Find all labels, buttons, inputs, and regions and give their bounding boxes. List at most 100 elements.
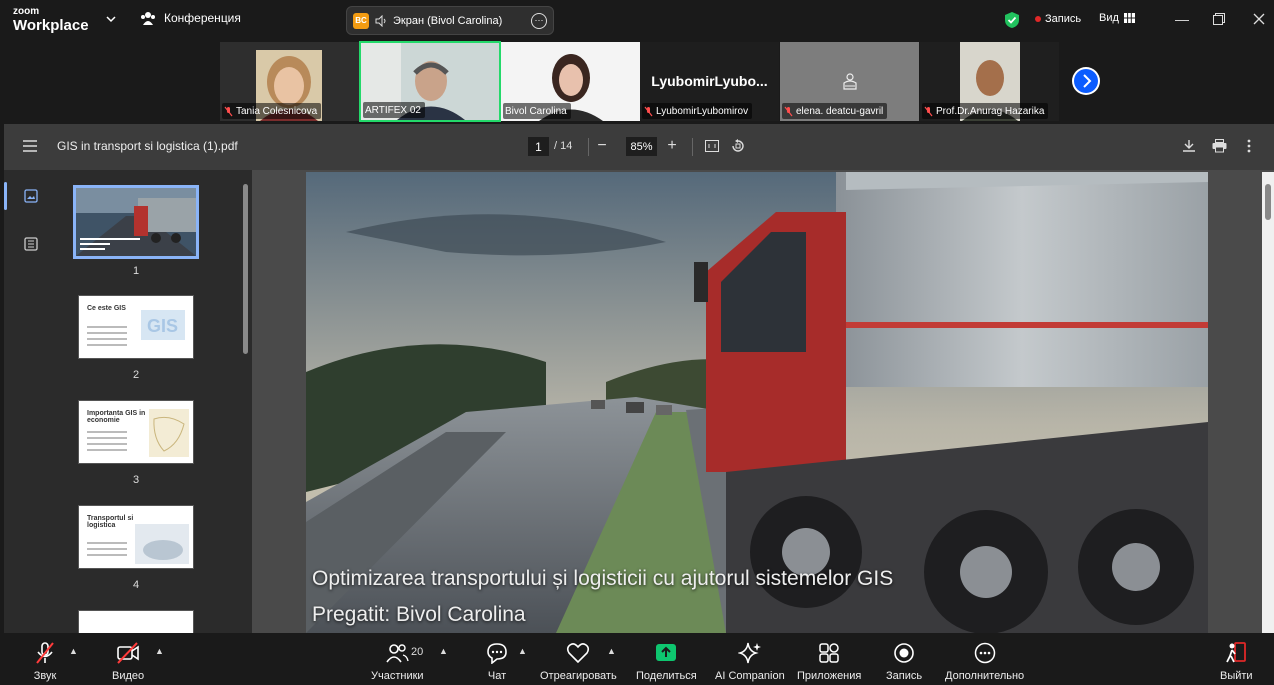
apps-label: Приложения (797, 670, 862, 682)
page-number-input[interactable]: 1 (528, 137, 549, 156)
video-tile[interactable]: Prof.Dr.Anurag Hazarika (920, 42, 1059, 121)
thumbnail-text-lines (87, 542, 127, 560)
download-icon[interactable] (1179, 136, 1199, 156)
share-screen-button[interactable]: Поделиться (636, 641, 697, 682)
zoom-out-icon[interactable]: − (592, 136, 612, 156)
slide-page-1: Optimizarea transportului și logisticii … (306, 172, 1208, 633)
participant-name: elena. deatcu-gavril (796, 105, 884, 117)
participant-big-name: LyubomirLyubo... (651, 73, 768, 89)
react-label: Отреагировать (540, 670, 617, 682)
video-options-caret-icon[interactable]: ▲ (155, 646, 164, 656)
record-label: Запись (886, 670, 923, 682)
mic-muted-icon (924, 106, 933, 116)
viewer-scrollbar[interactable] (1262, 172, 1274, 633)
ai-companion-button[interactable]: AI Companion (715, 641, 785, 682)
zoom-window: zoom Workplace Конференция BC Экран (Biv… (0, 0, 1274, 685)
thumbnail-text-lines (87, 326, 127, 350)
thumbnail-image (149, 409, 189, 457)
video-tile-no-video[interactable]: LyubomirLyubo... LyubomirLyubomirov (640, 42, 779, 121)
audio-button[interactable]: Звук (32, 641, 58, 682)
page-thumbnail-1[interactable] (73, 185, 199, 259)
react-button[interactable]: Отреагировать (540, 641, 617, 682)
view-label: Вид (1099, 12, 1119, 24)
thumbnail-image (76, 188, 196, 256)
minimize-icon[interactable]: — (1172, 10, 1192, 28)
video-tile-active-speaker[interactable]: ARTIFEX 02 (359, 41, 501, 122)
more-options-icon[interactable]: ··· (531, 12, 547, 29)
participant-name-tag: Tania Colesnicova (222, 103, 322, 119)
toolbar-divider (588, 138, 589, 156)
chevron-down-icon[interactable] (106, 12, 116, 26)
zoom-in-icon[interactable]: + (662, 136, 682, 156)
mic-muted-icon (644, 106, 653, 116)
thumbnail-page-number: 2 (132, 369, 140, 381)
fit-page-icon[interactable] (702, 136, 722, 156)
zoom-logo: zoom Workplace (13, 7, 89, 34)
record-button[interactable]: Запись (886, 641, 922, 682)
record-icon (891, 641, 917, 665)
grid-view-icon (1123, 13, 1135, 23)
more-label: Дополнительно (945, 670, 1025, 682)
page-thumbnail-3[interactable]: Importanta GIS in economie (78, 400, 194, 464)
restore-icon[interactable] (1209, 10, 1229, 28)
participants-options-caret-icon[interactable]: ▲ (439, 646, 448, 656)
chat-label: Чат (487, 670, 507, 682)
rotate-icon[interactable] (728, 136, 748, 156)
print-icon[interactable] (1209, 136, 1229, 156)
participants-label: Участники (371, 670, 424, 682)
thumbnail-page-number: 1 (132, 265, 140, 277)
thumbnail-scrollbar[interactable] (240, 172, 250, 633)
scrollbar-thumb[interactable] (1265, 184, 1271, 220)
thumbnail-image (135, 524, 189, 564)
audio-options-caret-icon[interactable]: ▲ (69, 646, 78, 656)
close-icon[interactable] (1249, 10, 1269, 28)
chat-button[interactable]: Чат (484, 641, 510, 682)
pdf-filename: GIS in transport si logistica (1).pdf (57, 139, 238, 153)
chat-options-caret-icon[interactable]: ▲ (518, 646, 527, 656)
video-tile-no-video[interactable]: elena. deatcu-gavril (780, 42, 919, 121)
leave-label: Выйти (1220, 670, 1253, 682)
ai-companion-label: AI Companion (715, 670, 785, 682)
next-participants-button[interactable] (1072, 67, 1100, 95)
thumbnails-icon[interactable] (24, 189, 38, 203)
more-button[interactable]: Дополнительно (945, 641, 1024, 682)
page-thumbnail-4[interactable]: Transportul si logistica (78, 505, 194, 569)
record-dot-icon (1035, 16, 1041, 22)
zoom-level-input[interactable]: 85% (626, 137, 657, 156)
thumbnail-text-lines (87, 431, 127, 455)
title-bar: zoom Workplace Конференция BC Экран (Biv… (0, 0, 1274, 40)
participant-name-tag: Prof.Dr.Anurag Hazarika (922, 103, 1049, 119)
scrollbar-thumb[interactable] (243, 184, 248, 354)
thumbnail-panel: 1 Ce este GIS GIS 2 Importanta GIS in ec… (54, 170, 252, 633)
page-thumbnail-5[interactable] (78, 610, 194, 633)
more-vertical-icon[interactable] (1239, 136, 1259, 156)
meeting-label: Конференция (164, 11, 241, 25)
outline-icon[interactable] (24, 237, 38, 251)
hamburger-menu-icon[interactable] (23, 140, 37, 152)
participant-name: ARTIFEX 02 (365, 104, 421, 116)
apps-button[interactable]: Приложения (797, 641, 861, 682)
sharer-avatar-badge: BC (353, 12, 369, 29)
video-tile[interactable]: Bivol Carolina (501, 42, 640, 121)
participant-name-tag: elena. deatcu-gavril (782, 103, 888, 119)
page-thumbnail-2[interactable]: Ce este GIS GIS (78, 295, 194, 359)
participant-name: LyubomirLyubomirov (656, 105, 749, 117)
logo-big-text: Workplace (13, 17, 89, 34)
participant-name: Bivol Carolina (505, 105, 567, 117)
screen-share-pill[interactable]: BC Экран (Bivol Carolina) ··· (346, 6, 554, 35)
mic-muted-icon (784, 106, 793, 116)
shield-check-icon[interactable] (1004, 11, 1020, 29)
slide-title: Optimizarea transportului și logisticii … (312, 567, 894, 590)
video-tile[interactable]: Tania Colesnicova (220, 42, 359, 121)
view-button[interactable]: Вид (1099, 12, 1135, 24)
video-strip: Tania Colesnicova ARTIFEX 02 Bivol Carol… (0, 40, 1274, 122)
recording-indicator[interactable]: Запись (1035, 13, 1081, 25)
react-options-caret-icon[interactable]: ▲ (607, 646, 616, 656)
leave-button[interactable]: Выйти (1220, 641, 1253, 682)
user-avatar-placeholder-icon (843, 73, 857, 90)
video-button[interactable]: Видео (112, 641, 144, 682)
participant-name-tag: ARTIFEX 02 (363, 102, 425, 118)
page-total: / 14 (554, 140, 573, 152)
meeting-tab[interactable]: Конференция (140, 11, 241, 25)
slide-background-image (306, 172, 1208, 633)
